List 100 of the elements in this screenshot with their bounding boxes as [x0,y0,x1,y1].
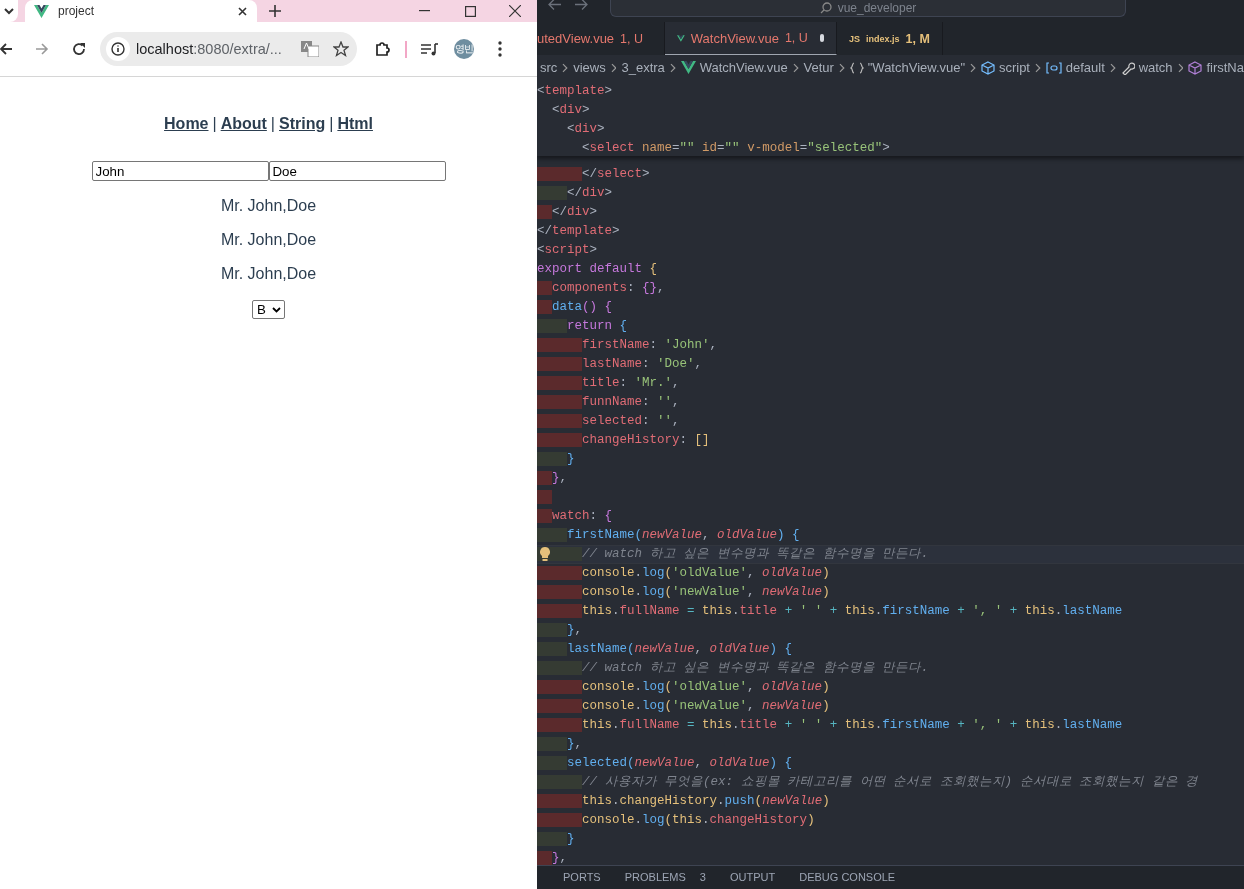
breadcrumb-item[interactable]: default [1045,60,1105,75]
option-select[interactable]: B [252,300,285,319]
panel-tab[interactable]: OUTPUT [729,871,776,889]
code-line: console.log(this.changeHistory) [537,811,1244,830]
code-line: lastName(newValue, oldValue) { [537,640,1244,659]
code-line: this.changeHistory.push(newValue) [537,792,1244,811]
code-line: export default { [537,261,659,278]
code-line: </div> [537,184,1244,203]
browser-tab[interactable]: project [25,0,257,22]
info-icon[interactable] [111,42,125,56]
translate-icon[interactable] [301,41,319,57]
code-line: lastName: 'Doe', [537,355,1244,374]
code-line: // watch 하고 싶은 변수명과 똑같은 함수명을 만든다. [537,659,1244,678]
code-line: </select> [537,165,1244,184]
code-line: components: {}, [537,279,1244,298]
name-field[interactable]: Doe [268,161,446,181]
forward-icon[interactable] [35,43,49,55]
code-line: console.log('newValue', newValue) [537,697,1244,716]
breadcrumb-item[interactable]: "WatchView.vue" [849,60,966,75]
profile-avatar[interactable]: 영빈 [454,39,474,59]
puzzle-icon[interactable] [375,41,391,57]
nav-separator: | [270,115,275,133]
back-icon[interactable] [0,43,12,55]
breadcrumb-item[interactable]: watch [1120,60,1173,75]
code-line: this.fullName = this.title + ' ' + this.firstName + ', ' + this.lastName [537,716,1244,735]
code-line: <template> [537,83,613,100]
lightbulb-icon[interactable] [540,547,550,561]
code-line: console.log('newValue', newValue) [537,583,1244,602]
wrench-icon [1120,60,1135,75]
breadcrumb-item[interactable]: src [540,60,558,75]
chevron-down-icon[interactable] [4,7,14,15]
code-line: funnName: '', [537,393,1244,412]
close-icon[interactable] [509,5,521,17]
code-line: }, [537,849,1244,865]
panel-tab[interactable]: DEBUG CONSOLE [799,871,896,889]
js-file-icon: JS [849,33,860,44]
playlist-icon[interactable] [421,42,438,56]
nav-link[interactable]: Home [164,115,209,133]
chevron-right-icon [1035,62,1041,73]
variable-icon [1045,61,1062,74]
command-center[interactable]: vue_developer [610,0,1126,17]
name-field[interactable]: John [91,161,269,181]
full-name-text: Mr. John,Doe [220,231,317,249]
code-line: this.fullName = this.title + ' ' + this.firstName + ', ' + this.lastName [537,602,1244,621]
nav-separator: | [329,115,334,133]
breadcrumb-item[interactable]: WatchView.vue [680,60,788,75]
panel-tab[interactable]: PORTS [563,871,601,889]
code-line: console.log('oldValue', oldValue) [537,678,1244,697]
breadcrumb-item[interactable]: views [573,60,606,75]
panel-tab[interactable]: PROBLEMS 3 [624,871,706,889]
nav-link[interactable]: Html [337,115,373,133]
breadcrumb-item[interactable]: Vetur [803,60,834,75]
chevron-right-icon [562,62,569,73]
chevron-right-icon [970,62,976,73]
chevron-right-icon [669,62,676,73]
reload-icon[interactable] [72,42,86,56]
breadcrumb-item[interactable]: 3_extra [621,60,665,75]
breadcrumb-item[interactable]: firstNa [1188,60,1244,75]
code-line: <script> [537,242,599,259]
full-name-text: Mr. John,Doe [220,197,317,215]
vue-logo-icon [680,61,696,74]
nav-link[interactable]: About [220,115,267,133]
full-name-text: Mr. John,Doe [220,265,317,283]
breadcrumb-item[interactable]: script [980,60,1030,75]
new-tab-icon[interactable] [269,5,281,17]
code-line: <select name="" id="" v-model="selected"> [581,140,890,156]
code-line: firstName(newValue, oldValue) { [537,526,1244,545]
code-line: firstName: 'John', [537,336,1244,355]
code-line: console.log('oldValue', oldValue) [537,564,1244,583]
nav-separator: | [212,115,217,133]
code-line: } [537,450,1244,469]
code-line: }, [537,735,1244,754]
code-line: }, [537,621,1244,640]
code-line: changeHistory: [] [537,431,1244,450]
code-line: selected(newValue, oldValue) { [537,754,1244,773]
chevron-right-icon [792,62,799,73]
code-line: } [537,830,1244,849]
search-icon [819,2,832,14]
close-icon[interactable] [238,6,247,16]
menu-icon[interactable] [498,41,502,57]
editor-tab[interactable]: JS index.js 1, M [837,22,943,55]
maximize-icon[interactable] [464,5,476,17]
forward-icon[interactable] [575,0,588,10]
editor-tab[interactable]: WatchView.vue 1, U [665,22,837,55]
chevron-right-icon [1177,62,1184,73]
cube-icon [1188,60,1203,75]
star-icon[interactable] [333,41,349,57]
nav-link[interactable]: String [279,115,326,133]
code-line: </template> [537,223,621,240]
vue-logo-icon [34,4,49,18]
minimize-icon[interactable] [418,10,430,12]
code-line: title: 'Mr.', [537,374,1244,393]
code-line: watch: { [537,507,1244,526]
address-bar[interactable]: localhost:8080/extra/... [100,32,357,66]
code-line: return { [537,317,1244,336]
cube-icon [980,60,995,75]
chevron-right-icon [610,62,617,73]
code-line: data() { [537,298,1244,317]
chevron-right-icon [838,62,845,73]
code-line: selected: '', [537,412,1244,431]
